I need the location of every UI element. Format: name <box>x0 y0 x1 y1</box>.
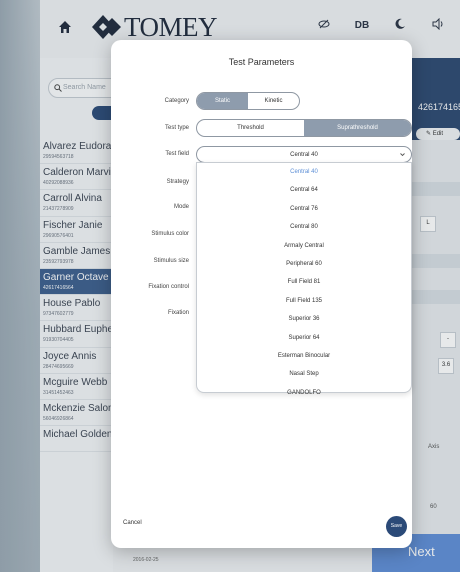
test-parameters-dialog: Test Parameters Category Static Kinetic … <box>111 40 412 548</box>
test-field-value: Central 40 <box>290 152 318 158</box>
test-field-select[interactable]: Central 40 <box>196 146 412 163</box>
test-field-option[interactable]: Nasal Step <box>197 365 411 383</box>
test-type-segment: Threshold Suprathreshold <box>196 119 412 137</box>
chevron-down-icon <box>400 153 405 157</box>
test-field-option[interactable]: Full Field 135 <box>197 292 411 310</box>
mode-label: Mode <box>173 204 189 210</box>
test-field-label: Test field <box>165 151 189 157</box>
test-type-label: Test type <box>164 125 189 131</box>
test-field-option[interactable]: Superior 36 <box>197 310 411 328</box>
test-field-option[interactable]: Superior 64 <box>197 329 411 347</box>
test-field-option[interactable]: Central 76 <box>197 200 411 218</box>
stimulus-size-label: Stimulus size <box>153 258 189 264</box>
cancel-button[interactable]: Cancel <box>123 520 142 526</box>
strategy-label: Strategy <box>166 179 189 185</box>
dialog-title: Test Parameters <box>228 57 295 67</box>
test-field-option[interactable]: Peripheral 60 <box>197 255 411 273</box>
test-field-option[interactable]: Central 64 <box>197 181 411 199</box>
test-type-threshold-option[interactable]: Threshold <box>197 120 304 136</box>
test-type-suprathreshold-option[interactable]: Suprathreshold <box>304 120 411 136</box>
test-field-option[interactable]: Armaly Central <box>197 237 411 255</box>
save-button[interactable]: Save <box>386 516 407 537</box>
category-static-option[interactable]: Static <box>197 93 248 109</box>
category-label: Category <box>164 98 189 104</box>
test-field-option[interactable]: Esterman Binocular <box>197 347 411 365</box>
fixation-label: Fixation <box>167 310 189 316</box>
test-field-dropdown: Central 40 Central 64 Central 76 Central 80… <box>196 162 412 396</box>
test-field-option[interactable]: GANDOLFO <box>197 384 411 402</box>
test-field-option[interactable]: Central 40 <box>197 163 411 181</box>
test-field-option[interactable]: Full Field 81 <box>197 273 411 291</box>
fixation-control-label: Fixation control <box>148 284 189 290</box>
category-kinetic-option[interactable]: Kinetic <box>248 93 299 109</box>
stimulus-color-label: Stimulus color <box>151 231 189 237</box>
test-field-option[interactable]: Central 80 <box>197 218 411 236</box>
category-segment: Static Kinetic <box>196 92 300 110</box>
